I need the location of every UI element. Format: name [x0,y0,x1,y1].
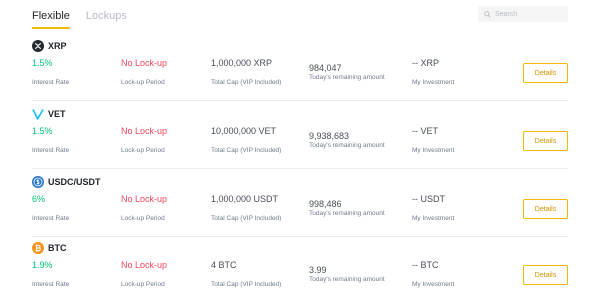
total-cap-label: Total Cap (VIP Included) [211,281,282,288]
interest-rate-value: 6% [32,194,46,204]
tab-lockups[interactable]: Lockups [86,9,127,31]
remaining-label: Today's remaining amount [309,276,385,283]
coin-name: VET [48,109,66,119]
interest-rate-label: Interest Rate [32,215,70,222]
total-cap-label: Total Cap (VIP Included) [211,79,282,86]
lockup-value: No Lock-up [121,58,168,68]
interest-rate-value: 1.5% [32,58,53,68]
investment-label: My Investment [412,215,455,222]
investment-label: My Investment [412,281,455,288]
tab-bar: Flexible Lockups [32,9,127,31]
remaining-label: Today's remaining amount [309,142,385,149]
investment-value: -- XRP [412,58,439,68]
tab-flexible[interactable]: Flexible [32,9,70,31]
total-cap-value: 4 BTC [211,260,237,270]
vet-icon [32,109,44,120]
investment-label: My Investment [412,147,455,154]
product-row-xrp: XRP 1.5% Interest Rate No Lock-up Lock-u… [32,35,568,101]
remaining-value: 998,486 [309,199,342,209]
remaining-label: Today's remaining amount [309,74,385,81]
product-row-usdc-usdt: USDC/USDT 6% Interest Rate No Lock-up Lo… [32,171,568,237]
investment-label: My Investment [412,79,455,86]
lockup-label: Lock-up Period [121,79,165,86]
coin-header: VET [32,108,66,120]
interest-rate-label: Interest Rate [32,281,70,288]
search-icon [484,10,491,18]
search-input[interactable] [495,10,565,18]
interest-rate-value: 1.9% [32,260,53,270]
total-cap-label: Total Cap (VIP Included) [211,215,282,222]
total-cap-label: Total Cap (VIP Included) [211,147,282,154]
remaining-value: 984,047 [309,63,342,73]
product-row-vet: VET 1.5% Interest Rate No Lock-up Lock-u… [32,103,568,169]
coin-name: XRP [48,41,67,51]
svg-text:₿: ₿ [35,244,42,253]
lockup-label: Lock-up Period [121,147,165,154]
details-button[interactable]: Details [523,265,568,285]
interest-rate-value: 1.5% [32,126,53,136]
remaining-value: 3.99 [309,265,327,275]
interest-rate-label: Interest Rate [32,79,70,86]
search-box[interactable] [478,6,568,22]
details-button[interactable]: Details [523,199,568,219]
coin-name: BTC [48,243,67,253]
coin-header: ₿ BTC [32,242,67,254]
lockup-value: No Lock-up [121,260,168,270]
interest-rate-label: Interest Rate [32,147,70,154]
lockup-value: No Lock-up [121,126,168,136]
product-row-btc: ₿ BTC 1.9% Interest Rate No Lock-up Lock… [32,237,568,300]
investment-value: -- VET [412,126,438,136]
coin-header: XRP [32,40,67,52]
total-cap-value: 10,000,000 VET [211,126,277,136]
lockup-label: Lock-up Period [121,281,165,288]
lockup-label: Lock-up Period [121,215,165,222]
remaining-label: Today's remaining amount [309,210,385,217]
coin-header: USDC/USDT [32,176,101,188]
lockup-value: No Lock-up [121,194,168,204]
xrp-icon [32,40,44,52]
coin-name: USDC/USDT [48,177,101,187]
btc-icon: ₿ [32,242,44,254]
remaining-value: 9,938,683 [309,131,350,141]
investment-value: -- BTC [412,260,439,270]
details-button[interactable]: Details [523,63,568,83]
total-cap-value: 1,000,000 USDT [211,194,279,204]
usdc-icon [32,176,44,188]
details-button[interactable]: Details [523,131,568,151]
investment-value: -- USDT [412,194,445,204]
total-cap-value: 1,000,000 XRP [211,58,273,68]
